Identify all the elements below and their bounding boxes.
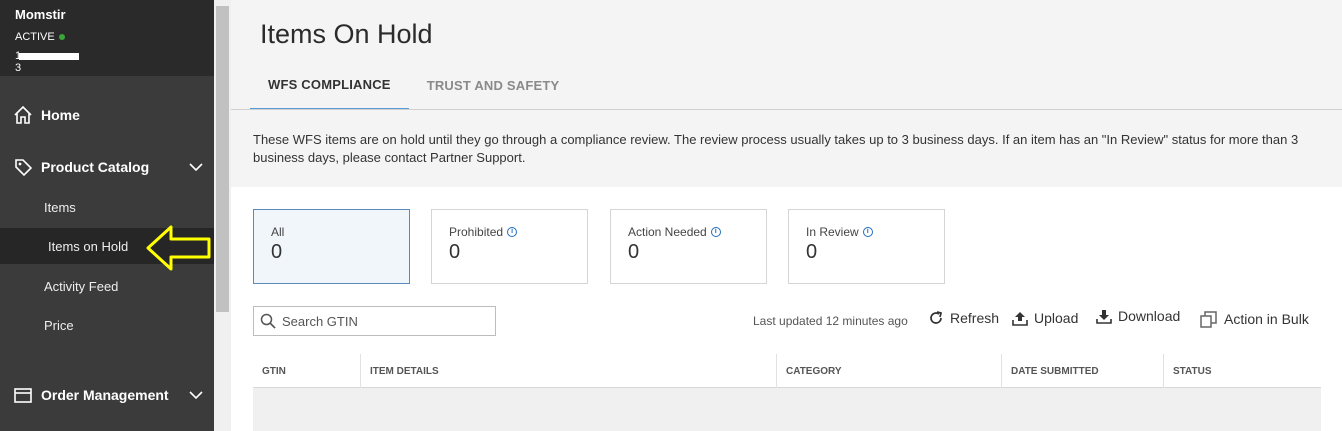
refresh-button[interactable]: Refresh: [928, 310, 999, 326]
tab-trust-and-safety[interactable]: TRUST AND SAFETY: [409, 60, 578, 110]
status-label: ACTIVE: [15, 31, 55, 43]
download-button[interactable]: Download: [1096, 308, 1180, 324]
sidebar-item-price[interactable]: Price: [0, 307, 214, 343]
card-label: In Review i: [806, 225, 944, 239]
action-in-bulk-label: Action in Bulk: [1224, 311, 1309, 327]
filter-card-in-review[interactable]: In Review i 0: [788, 209, 945, 284]
info-icon[interactable]: i: [862, 227, 873, 237]
upload-button[interactable]: Upload: [1012, 310, 1078, 326]
table-header: GTIN ITEM DETAILS CATEGORY DATE SUBMITTE…: [253, 354, 1321, 388]
card-count: 0: [449, 241, 461, 263]
sidebar: Momstir ACTIVE 13 Home Product Catalog I…: [0, 0, 214, 431]
store-id: 13: [15, 50, 85, 74]
card-label-text: All: [271, 225, 285, 239]
card-label: All: [271, 225, 409, 239]
nav-home-label: Home: [41, 107, 80, 123]
chevron-down-icon[interactable]: [188, 388, 204, 402]
content-panel: All 0 Prohibited i 0 Action Needed i 0 In …: [231, 187, 1342, 431]
bulk-copy-icon: [1200, 311, 1217, 328]
nav-order-management[interactable]: Order Management: [0, 380, 214, 410]
table-body: [253, 388, 1321, 431]
search-input[interactable]: [282, 313, 482, 329]
info-icon[interactable]: i: [710, 227, 721, 237]
column-header-status[interactable]: STATUS: [1163, 354, 1321, 388]
upload-label: Upload: [1034, 310, 1079, 326]
filter-card-all[interactable]: All 0: [253, 209, 410, 284]
tag-icon: [15, 159, 33, 177]
info-icon[interactable]: i: [507, 227, 518, 237]
filter-card-action-needed[interactable]: Action Needed i 0: [610, 209, 767, 284]
order-box-icon: [14, 388, 32, 403]
refresh-icon: [930, 311, 943, 324]
compliance-notice: These WFS items are on hold until they g…: [253, 132, 1299, 165]
store-status: ACTIVE: [15, 31, 214, 43]
page-title: Items On Hold: [260, 19, 433, 49]
last-updated-text: Last updated 12 minutes ago: [753, 314, 908, 328]
chevron-down-icon[interactable]: [188, 160, 204, 174]
nav-home[interactable]: Home: [0, 99, 214, 131]
redaction-bar: [19, 53, 79, 60]
column-header-gtin[interactable]: GTIN: [253, 354, 360, 388]
tab-wfs-compliance[interactable]: WFS COMPLIANCE: [250, 60, 409, 110]
column-header-date-submitted[interactable]: DATE SUBMITTED: [1001, 354, 1163, 388]
status-dot-icon: [58, 34, 65, 40]
card-label-text: Action Needed: [628, 225, 707, 239]
sidebar-item-activity-feed[interactable]: Activity Feed: [0, 268, 214, 304]
home-icon: [14, 105, 32, 124]
store-header: Momstir ACTIVE 13: [0, 0, 214, 76]
refresh-label: Refresh: [950, 310, 1000, 326]
nav-order-management-label: Order Management: [41, 387, 169, 403]
card-count: 0: [271, 241, 283, 263]
card-label-text: Prohibited: [449, 225, 504, 239]
card-label: Prohibited i: [449, 225, 587, 239]
column-header-item-details[interactable]: ITEM DETAILS: [360, 354, 776, 388]
sidebar-scrollbar-thumb[interactable]: [216, 6, 229, 312]
store-id-suffix: 3: [15, 62, 22, 74]
card-count: 0: [628, 241, 640, 263]
search-icon: [260, 313, 276, 329]
download-icon: [1096, 310, 1112, 324]
nav-product-catalog-label: Product Catalog: [41, 159, 150, 175]
card-label: Action Needed i: [628, 225, 766, 239]
column-header-category[interactable]: CATEGORY: [776, 354, 1001, 388]
upload-icon: [1012, 312, 1028, 326]
store-name: Momstir: [15, 7, 66, 22]
search-box[interactable]: [253, 306, 496, 336]
nav-product-catalog[interactable]: Product Catalog: [0, 152, 214, 182]
card-count: 0: [806, 241, 818, 263]
download-label: Download: [1118, 308, 1181, 324]
sidebar-item-items[interactable]: Items: [0, 189, 214, 225]
filter-card-prohibited[interactable]: Prohibited i 0: [431, 209, 588, 284]
tabs-divider: [231, 109, 1342, 110]
tab-bar: WFS COMPLIANCE TRUST AND SAFETY: [250, 60, 577, 110]
annotation-arrow-icon: [146, 225, 211, 271]
card-label-text: In Review: [806, 225, 859, 239]
main-content: Items On Hold WFS COMPLIANCE TRUST AND S…: [231, 0, 1342, 431]
action-in-bulk-button[interactable]: Action in Bulk: [1200, 310, 1309, 328]
